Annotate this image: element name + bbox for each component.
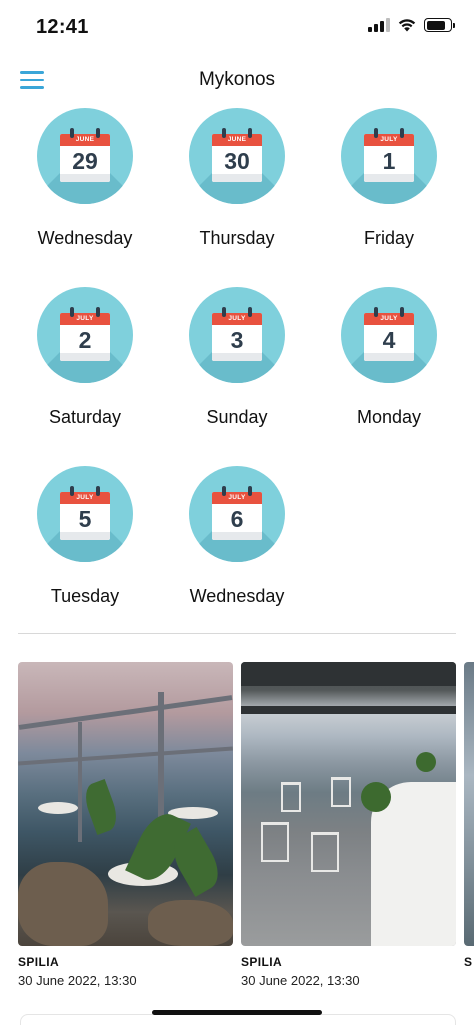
day-item[interactable]: JULY 1 Friday bbox=[313, 108, 465, 249]
page-title: Mykonos bbox=[198, 69, 276, 90]
calendar-day-number: 5 bbox=[78, 506, 92, 532]
calendar-day-number: 30 bbox=[224, 148, 250, 174]
calendar-day-number: 2 bbox=[78, 327, 92, 353]
app-header: Mykonos bbox=[0, 56, 474, 102]
day-label: Saturday bbox=[48, 407, 122, 427]
calendar-icon: JULY 5 bbox=[37, 466, 133, 562]
calendar-icon: JULY 1 bbox=[341, 108, 437, 204]
restaurant-photo bbox=[18, 662, 233, 946]
day-item[interactable]: JUNE 30 Thursday bbox=[161, 108, 313, 249]
bottom-sheet-edge bbox=[20, 1014, 456, 1025]
day-label: Thursday bbox=[199, 228, 275, 248]
restaurant-name: SPILIA bbox=[18, 955, 60, 969]
restaurant-photo bbox=[464, 662, 474, 946]
restaurant-card[interactable]: SPILIA 30 June 2022, 13:30 bbox=[241, 662, 456, 988]
section-divider bbox=[18, 633, 456, 634]
calendar-day-number: 1 bbox=[382, 148, 396, 174]
day-item[interactable]: JUNE 29 Wednesday bbox=[9, 108, 161, 249]
calendar-day-number: 6 bbox=[230, 506, 244, 532]
status-icons bbox=[368, 18, 455, 32]
day-item[interactable]: JULY 6 Wednesday bbox=[161, 466, 313, 607]
day-label: Sunday bbox=[206, 407, 268, 427]
wifi-icon bbox=[398, 19, 416, 32]
day-item[interactable]: JULY 2 Saturday bbox=[9, 287, 161, 428]
status-bar: 12:41 bbox=[0, 0, 474, 56]
restaurant-name: SPILIA bbox=[241, 955, 283, 969]
calendar-day-number: 3 bbox=[230, 327, 244, 353]
restaurant-card[interactable]: SPILIA 30 June 2022, 13:30 bbox=[18, 662, 233, 988]
calendar-icon: JUNE 30 bbox=[189, 108, 285, 204]
day-label: Friday bbox=[363, 228, 414, 248]
calendar-icon: JULY 4 bbox=[341, 287, 437, 383]
restaurant-card[interactable]: S bbox=[464, 662, 474, 969]
day-label: Monday bbox=[356, 407, 422, 427]
battery-icon bbox=[424, 18, 455, 32]
cellular-signal-icon bbox=[368, 18, 390, 32]
calendar-icon: JUNE 29 bbox=[37, 108, 133, 204]
day-item[interactable]: JULY 3 Sunday bbox=[161, 287, 313, 428]
day-item[interactable]: JULY 4 Monday bbox=[313, 287, 465, 428]
home-indicator[interactable] bbox=[152, 1010, 322, 1015]
restaurant-name: S bbox=[464, 955, 473, 969]
restaurant-photo bbox=[241, 662, 456, 946]
restaurant-datetime: 30 June 2022, 13:30 bbox=[18, 973, 137, 988]
day-label: Wednesday bbox=[189, 586, 285, 606]
calendar-icon: JULY 2 bbox=[37, 287, 133, 383]
restaurant-carousel[interactable]: SPILIA 30 June 2022, 13:30 SPILIA 30 Jun… bbox=[0, 662, 474, 992]
day-label: Tuesday bbox=[50, 586, 120, 606]
calendar-icon: JULY 3 bbox=[189, 287, 285, 383]
day-label: Wednesday bbox=[37, 228, 133, 248]
status-time: 12:41 bbox=[36, 16, 89, 38]
day-item[interactable]: JULY 5 Tuesday bbox=[9, 466, 161, 607]
calendar-day-number: 29 bbox=[72, 148, 98, 174]
calendar-icon: JULY 6 bbox=[189, 466, 285, 562]
calendar-day-number: 4 bbox=[382, 327, 396, 353]
restaurant-datetime: 30 June 2022, 13:30 bbox=[241, 973, 360, 988]
